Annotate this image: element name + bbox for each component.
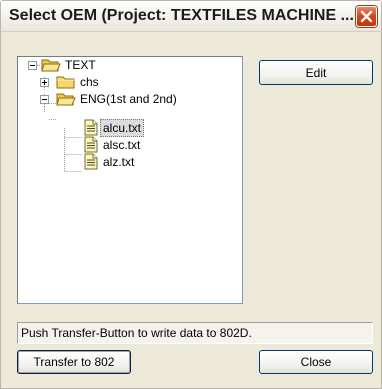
- text-file-icon: [84, 119, 98, 136]
- tree-file-alcu[interactable]: alcu.txt: [18, 119, 242, 137]
- tree-file-alz[interactable]: alz.txt: [18, 153, 242, 171]
- collapse-icon[interactable]: [28, 61, 37, 70]
- edit-button[interactable]: Edit: [259, 60, 373, 85]
- tree-node-label: alcu.txt: [100, 119, 145, 137]
- close-button[interactable]: Close: [259, 350, 373, 374]
- transfer-to-802-button[interactable]: Transfer to 802: [17, 350, 131, 374]
- folder-icon: [56, 76, 75, 89]
- tree-node-chs[interactable]: chs: [18, 74, 242, 92]
- close-x-icon: [360, 10, 373, 23]
- window-title: Select OEM (Project: TEXTFILES MACHINE .…: [9, 7, 354, 24]
- tree-node-text[interactable]: TEXT: [18, 57, 242, 75]
- oem-tree-view[interactable]: TEXT chs ENG(1st and 2nd) alcu.txt alsc.…: [17, 56, 243, 304]
- collapse-icon[interactable]: [40, 95, 49, 104]
- tree-node-eng[interactable]: ENG(1st and 2nd): [18, 91, 242, 109]
- dialog-window: Select OEM (Project: TEXTFILES MACHINE .…: [0, 0, 382, 389]
- text-file-icon: [84, 136, 98, 153]
- text-file-icon: [84, 153, 98, 170]
- status-message: Push Transfer-Button to write data to 80…: [17, 322, 373, 344]
- expand-icon[interactable]: [40, 78, 49, 87]
- folder-open-icon: [41, 59, 61, 72]
- tree-node-label: ENG(1st and 2nd): [80, 92, 177, 106]
- close-window-button[interactable]: [356, 6, 377, 27]
- title-bar[interactable]: Select OEM (Project: TEXTFILES MACHINE .…: [1, 1, 381, 32]
- tree-file-alsc[interactable]: alsc.txt: [18, 136, 242, 154]
- tree-node-label: chs: [80, 75, 99, 89]
- folder-open-icon: [56, 93, 76, 106]
- tree-node-label: alz.txt: [103, 155, 135, 169]
- tree-node-label: TEXT: [65, 58, 96, 72]
- tree-node-label: alsc.txt: [103, 138, 141, 152]
